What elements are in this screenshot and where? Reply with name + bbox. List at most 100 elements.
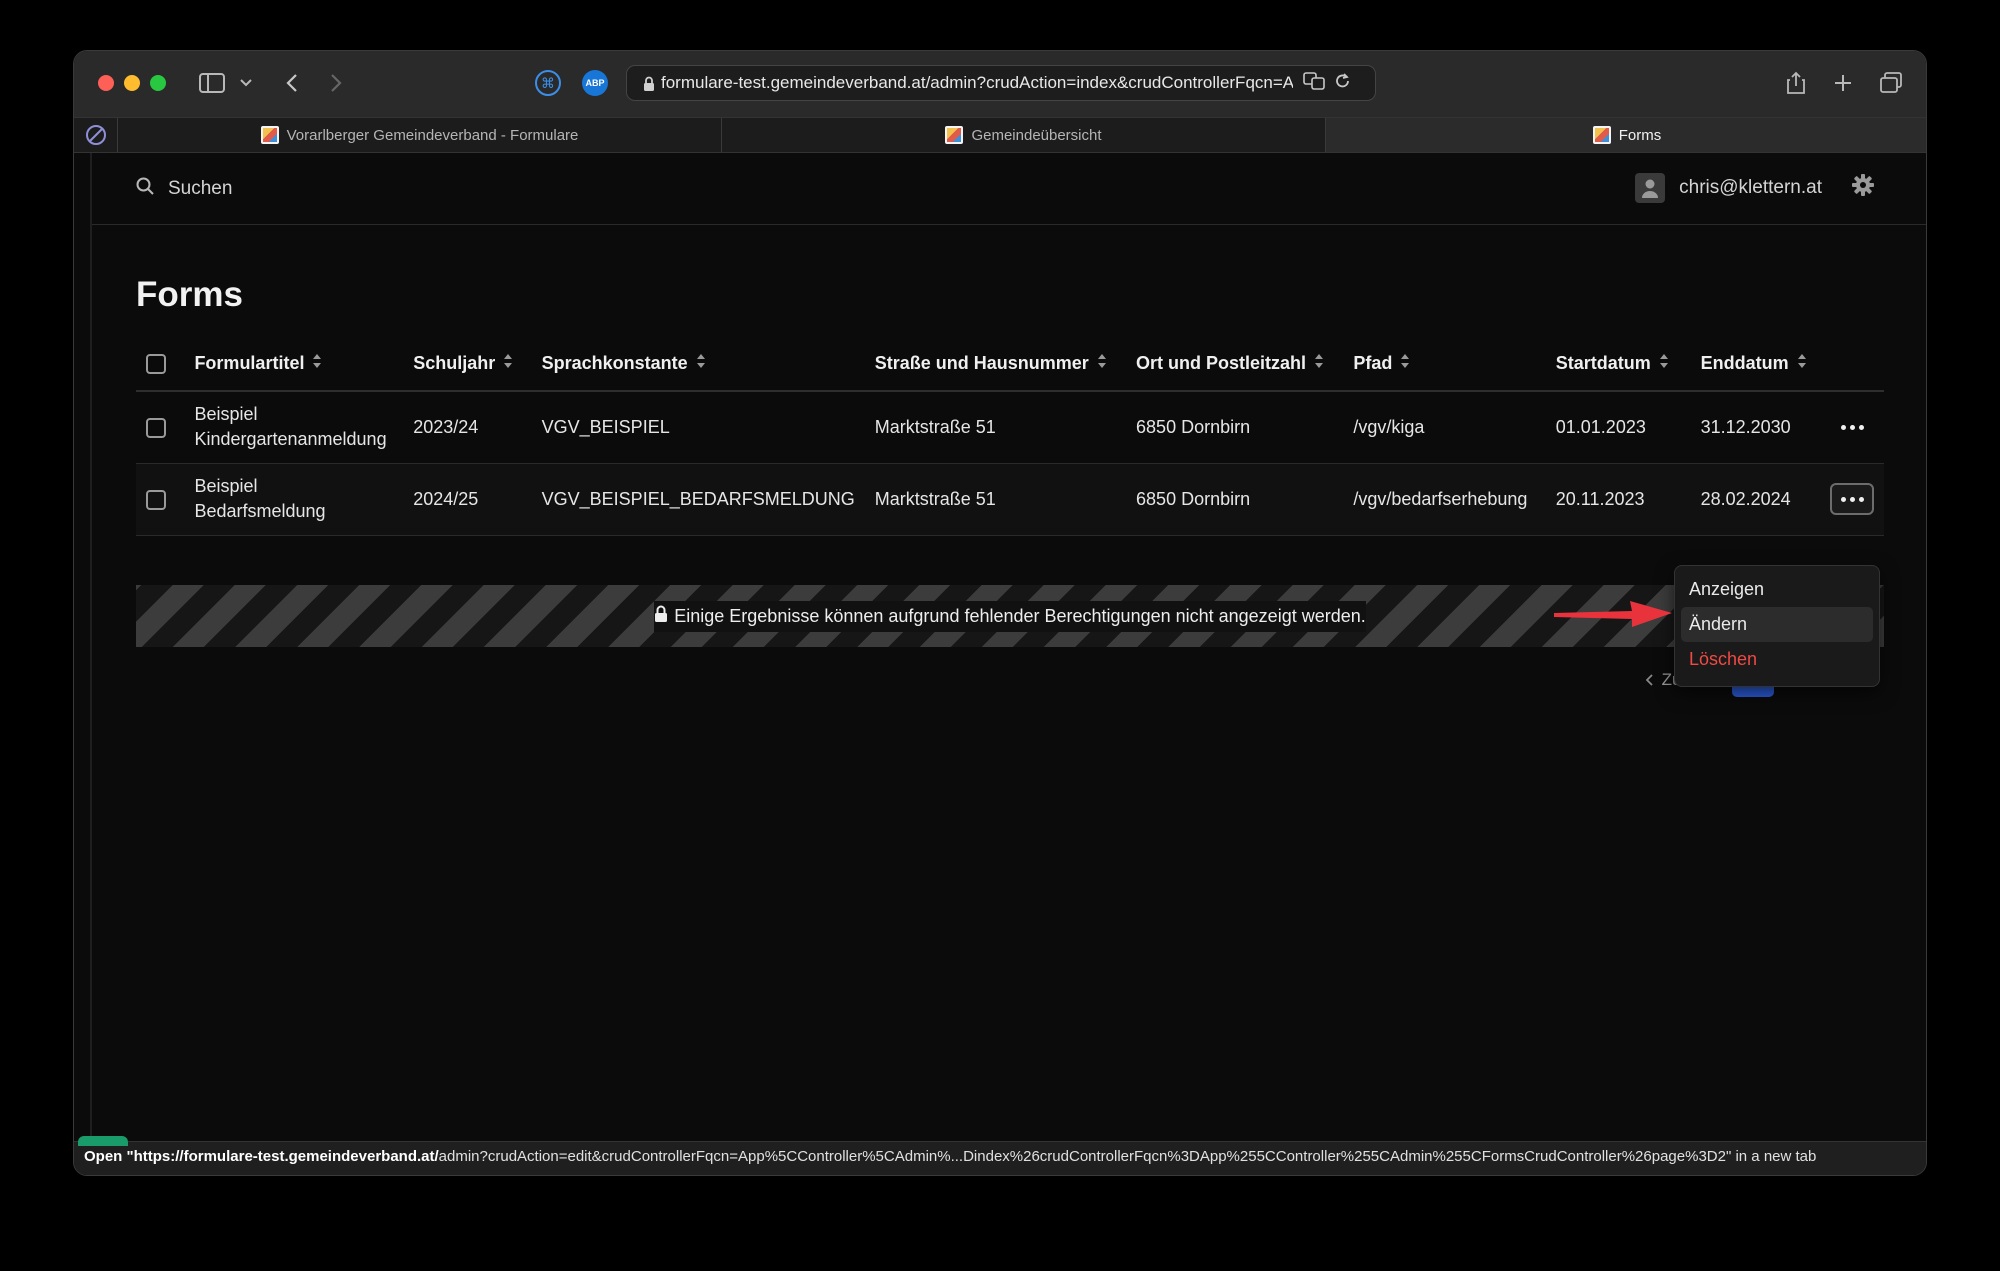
cell-strasse: Marktstraße 51 [864, 391, 1127, 464]
cell-startdatum: 20.11.2023 [1545, 463, 1691, 536]
col-schuljahr[interactable]: Schuljahr [403, 337, 532, 392]
reload-icon[interactable] [1335, 72, 1351, 95]
select-all-cell [136, 337, 185, 392]
cell-pfad: /vgv/bedarfserhebung [1343, 463, 1546, 536]
lock-icon [654, 605, 668, 628]
menu-item-anzeigen[interactable]: Anzeigen [1681, 572, 1873, 607]
sort-icon [696, 353, 706, 374]
more-icon[interactable] [1830, 411, 1874, 443]
sort-icon [312, 353, 322, 374]
plus-icon[interactable] [1831, 67, 1855, 99]
url-text: formulare-test.gemeindeverband.at/admin?… [661, 73, 1293, 92]
link-preview-path: admin?crudAction=edit&crudControllerFqcn… [438, 1148, 1817, 1165]
cell-ort: 6850 Dornbirn [1126, 463, 1344, 536]
favicon-icon [1592, 126, 1611, 144]
title-line: Beispiel [194, 404, 258, 425]
sort-icon [1314, 353, 1324, 374]
extension-icon[interactable]: ⌘ [534, 67, 562, 99]
header-label: Formulartitel [194, 352, 305, 373]
table-row: Beispiel Bedarfsmeldung 2024/25 VGV_BEISP… [136, 463, 1884, 536]
row-checkbox[interactable] [146, 418, 166, 438]
col-enddatum[interactable]: Enddatum [1690, 337, 1820, 392]
row-select-cell [136, 463, 185, 536]
sort-icon [1659, 353, 1669, 374]
header-label: Schuljahr [413, 352, 496, 373]
tab-bar: Vorarlberger Gemeindeverband - Formulare… [74, 117, 1926, 153]
gear-icon[interactable] [1852, 174, 1874, 202]
annotation-arrow-icon [1554, 601, 1672, 627]
cell-pfad: /vgv/kiga [1343, 391, 1546, 464]
cell-formulartitel: Beispiel Bedarfsmeldung [184, 463, 404, 536]
status-bar: Open "https://formulare-test.gemeindever… [74, 1136, 1926, 1175]
tabs-overview-icon[interactable] [1878, 67, 1904, 99]
page-title: Forms [136, 275, 243, 314]
chevron-down-icon[interactable] [238, 67, 254, 99]
sort-icon [503, 353, 513, 374]
user-email: chris@klettern.at [1679, 177, 1822, 198]
minimize-window-button[interactable] [124, 75, 140, 91]
notice-text: Einige Ergebnisse können aufgrund fehlen… [674, 605, 1366, 626]
link-preview: Open "https://formulare-test.gemeindever… [84, 1148, 1816, 1165]
col-pfad[interactable]: Pfad [1343, 337, 1546, 392]
col-formulartitel[interactable]: Formulartitel [184, 337, 404, 392]
page-content: Suchen chris@klettern.at Forms Formulart… [90, 153, 1926, 1153]
cell-schuljahr: 2023/24 [403, 391, 532, 464]
share-icon[interactable] [1784, 67, 1808, 99]
tab-group-icon[interactable] [74, 118, 118, 152]
cell-ort: 6850 Dornbirn [1126, 391, 1344, 464]
more-icon[interactable] [1830, 483, 1874, 515]
col-ort[interactable]: Ort und Postleitzahl [1126, 337, 1344, 392]
status-chip [78, 1136, 128, 1146]
row-checkbox[interactable] [146, 489, 166, 510]
title-line: Kindergartenanmeldung [194, 429, 387, 450]
link-preview-host: Open "https://formulare-test.gemeindever… [84, 1148, 439, 1165]
row-action-menu: Anzeigen Ändern Löschen [1674, 565, 1880, 687]
address-bar[interactable]: formulare-test.gemeindeverband.at/admin?… [626, 65, 1376, 101]
adblock-icon[interactable]: ABP [582, 70, 608, 96]
back-icon[interactable] [282, 67, 302, 99]
favicon-icon [945, 126, 964, 144]
table-row: Beispiel Kindergartenanmeldung 2023/24 VG… [136, 391, 1884, 464]
admin-topbar: Suchen chris@klettern.at [92, 153, 1926, 225]
table-header-row: Formulartitel Schuljahr Sprachkonstante … [136, 337, 1884, 392]
zoom-window-button[interactable] [150, 75, 166, 91]
tab-vorarlberger[interactable]: Vorarlberger Gemeindeverband - Formulare [118, 118, 722, 152]
cell-enddatum: 31.12.2030 [1690, 391, 1820, 464]
sort-icon [1400, 353, 1410, 374]
favicon-icon [260, 126, 279, 144]
user-icon [1635, 173, 1666, 203]
browser-window: ⌘ ABP formulare-test.gemeindeverband.at/… [73, 50, 1927, 1176]
search-label: Suchen [168, 178, 233, 199]
sidebar-icon[interactable] [198, 67, 226, 99]
user-menu[interactable]: chris@klettern.at [1635, 173, 1874, 203]
search-box[interactable]: Suchen [136, 177, 232, 201]
header-label: Enddatum [1700, 352, 1789, 373]
close-window-button[interactable] [98, 75, 114, 91]
tab-gemeindeuebersicht[interactable]: Gemeindeübersicht [722, 118, 1326, 152]
col-actions [1820, 337, 1884, 392]
header-label: Straße und Hausnummer [874, 352, 1089, 373]
cell-enddatum: 28.02.2024 [1690, 463, 1820, 536]
col-startdatum[interactable]: Startdatum [1545, 337, 1691, 392]
col-sprachkonstante[interactable]: Sprachkonstante [531, 337, 865, 392]
forward-icon[interactable] [326, 67, 346, 99]
search-icon [136, 177, 154, 201]
cell-actions [1820, 463, 1884, 536]
col-strasse[interactable]: Straße und Hausnummer [864, 337, 1127, 392]
row-select-cell [136, 391, 185, 464]
menu-item-aendern[interactable]: Ändern [1681, 607, 1873, 642]
select-all-checkbox[interactable] [146, 354, 166, 375]
header-label: Ort und Postleitzahl [1136, 352, 1307, 373]
header-label: Pfad [1353, 352, 1393, 373]
browser-toolbar: ⌘ ABP formulare-test.gemeindeverband.at/… [74, 51, 1926, 117]
menu-item-loeschen[interactable]: Löschen [1681, 642, 1873, 677]
title-line: Beispiel [194, 476, 258, 496]
translate-icon[interactable] [1303, 71, 1325, 95]
header-label: Sprachkonstante [541, 352, 688, 373]
forms-table: Formulartitel Schuljahr Sprachkonstante … [136, 337, 1884, 536]
tab-label: Vorarlberger Gemeindeverband - Formulare [286, 126, 579, 144]
svg-text:⌘: ⌘ [541, 76, 555, 92]
tab-label: Gemeindeübersicht [971, 126, 1102, 144]
sort-icon [1797, 353, 1807, 374]
tab-forms[interactable]: Forms [1326, 118, 1926, 152]
